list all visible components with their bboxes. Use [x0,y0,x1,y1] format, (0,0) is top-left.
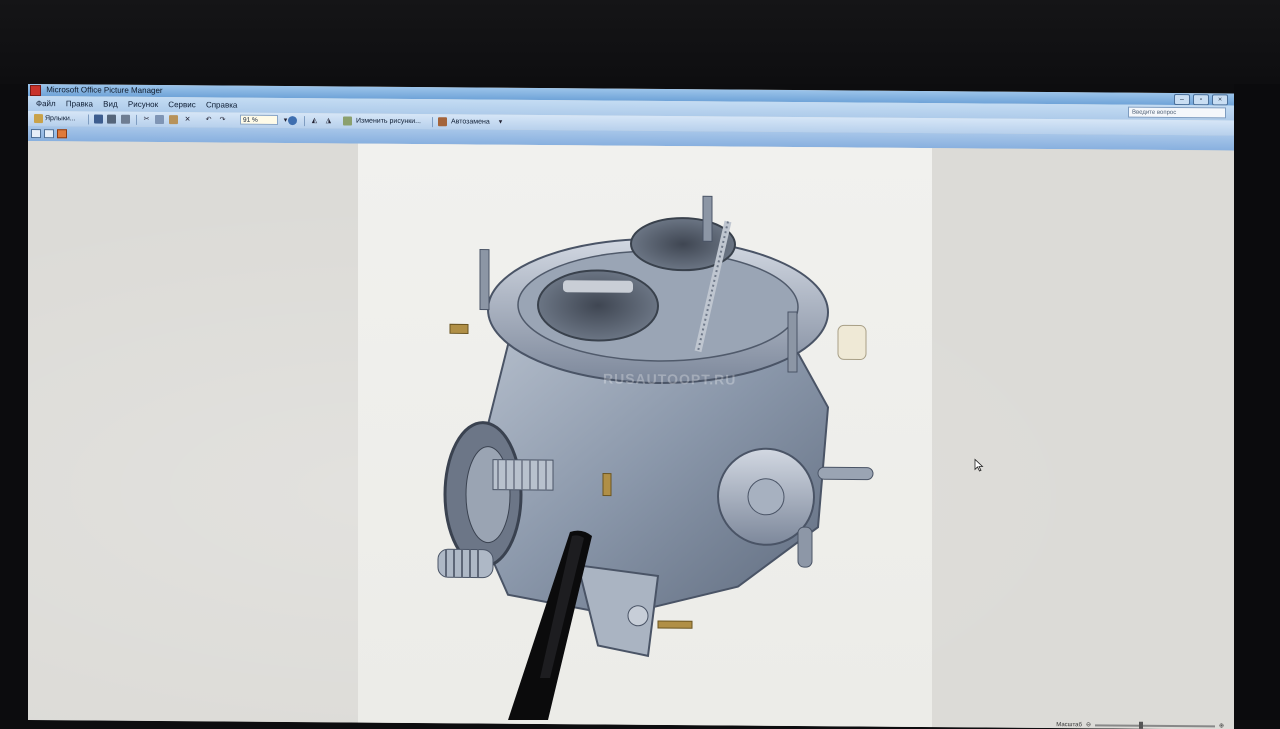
menu-edit[interactable]: Правка [66,96,93,111]
mail-icon[interactable] [121,114,130,124]
monitor-bezel-right [1234,84,1280,720]
menu-view[interactable]: Вид [103,97,117,112]
rotate-left-icon[interactable]: ◭ [310,116,319,125]
picture-workspace: RUSAUTOOPT.RU Масштаб ⊖ ⊕ [28,141,1234,729]
toolbar-separator [88,114,89,125]
carburetor-image: RUSAUTOOPT.RU [437,195,874,658]
picture-preview: RUSAUTOOPT.RU [358,143,932,728]
app-window: Microsoft Office Picture Manager – ▫ × Ф… [28,84,1234,729]
filmstrip-view-button[interactable] [44,129,54,139]
help-question-input[interactable]: Введите вопрос [1128,106,1226,119]
window-controls: – ▫ × [1174,94,1228,106]
menu-picture[interactable]: Рисунок [128,97,158,112]
zoom-slider-thumb[interactable] [1138,721,1143,729]
thumbnail-view-button[interactable] [31,129,41,139]
minimize-button[interactable]: – [1174,94,1190,106]
save-icon[interactable] [94,114,103,124]
zoom-label: Масштаб [1056,721,1082,728]
delete-icon[interactable]: ✕ [183,115,192,124]
menu-file[interactable]: Файл [36,96,56,111]
monitor-bezel-top [0,0,1280,84]
autocorrect-icon [438,117,447,127]
edit-pictures-button[interactable]: Изменить рисунки... [356,116,421,128]
redo-icon[interactable]: ↷ [218,115,227,124]
copy-icon[interactable] [155,114,164,125]
help-circle-icon[interactable] [288,116,297,126]
undo-icon[interactable]: ↶ [204,115,213,124]
menu-help[interactable]: Справка [206,97,237,112]
rotate-right-icon[interactable]: ◮ [324,116,333,125]
pointing-pen [508,530,592,720]
single-picture-view-button[interactable] [57,129,67,139]
toolbar-options-icon[interactable]: ▾ [496,118,505,127]
paste-icon[interactable] [169,115,178,125]
autocorrect-button[interactable]: Автозамена [451,116,490,127]
picture-watermark: RUSAUTOOPT.RU [603,371,736,388]
zoom-slider-area: Масштаб ⊖ ⊕ [1056,721,1224,729]
zoom-in-icon[interactable]: ⊕ [1219,722,1224,729]
monitor-bezel-left [0,84,28,720]
mouse-cursor-icon [974,458,984,472]
toolbar-separator [304,116,305,127]
shortcuts-button[interactable]: Ярлыки... [45,113,76,124]
picture-manager-icon [30,85,41,97]
shortcuts-icon [34,114,43,124]
toolbar-separator [136,114,137,125]
window-title: Microsoft Office Picture Manager [46,85,163,96]
cut-icon[interactable]: ✂ [142,115,151,124]
zoom-combobox[interactable]: 91 % [240,114,278,125]
zoom-out-icon[interactable]: ⊖ [1086,721,1091,728]
close-button[interactable]: × [1212,94,1228,106]
maximize-button[interactable]: ▫ [1193,94,1209,106]
zoom-slider[interactable] [1094,721,1215,729]
print-icon[interactable] [107,114,116,124]
edit-pictures-icon [343,116,352,126]
menu-tools[interactable]: Сервис [168,97,195,112]
toolbar-separator [432,117,433,128]
